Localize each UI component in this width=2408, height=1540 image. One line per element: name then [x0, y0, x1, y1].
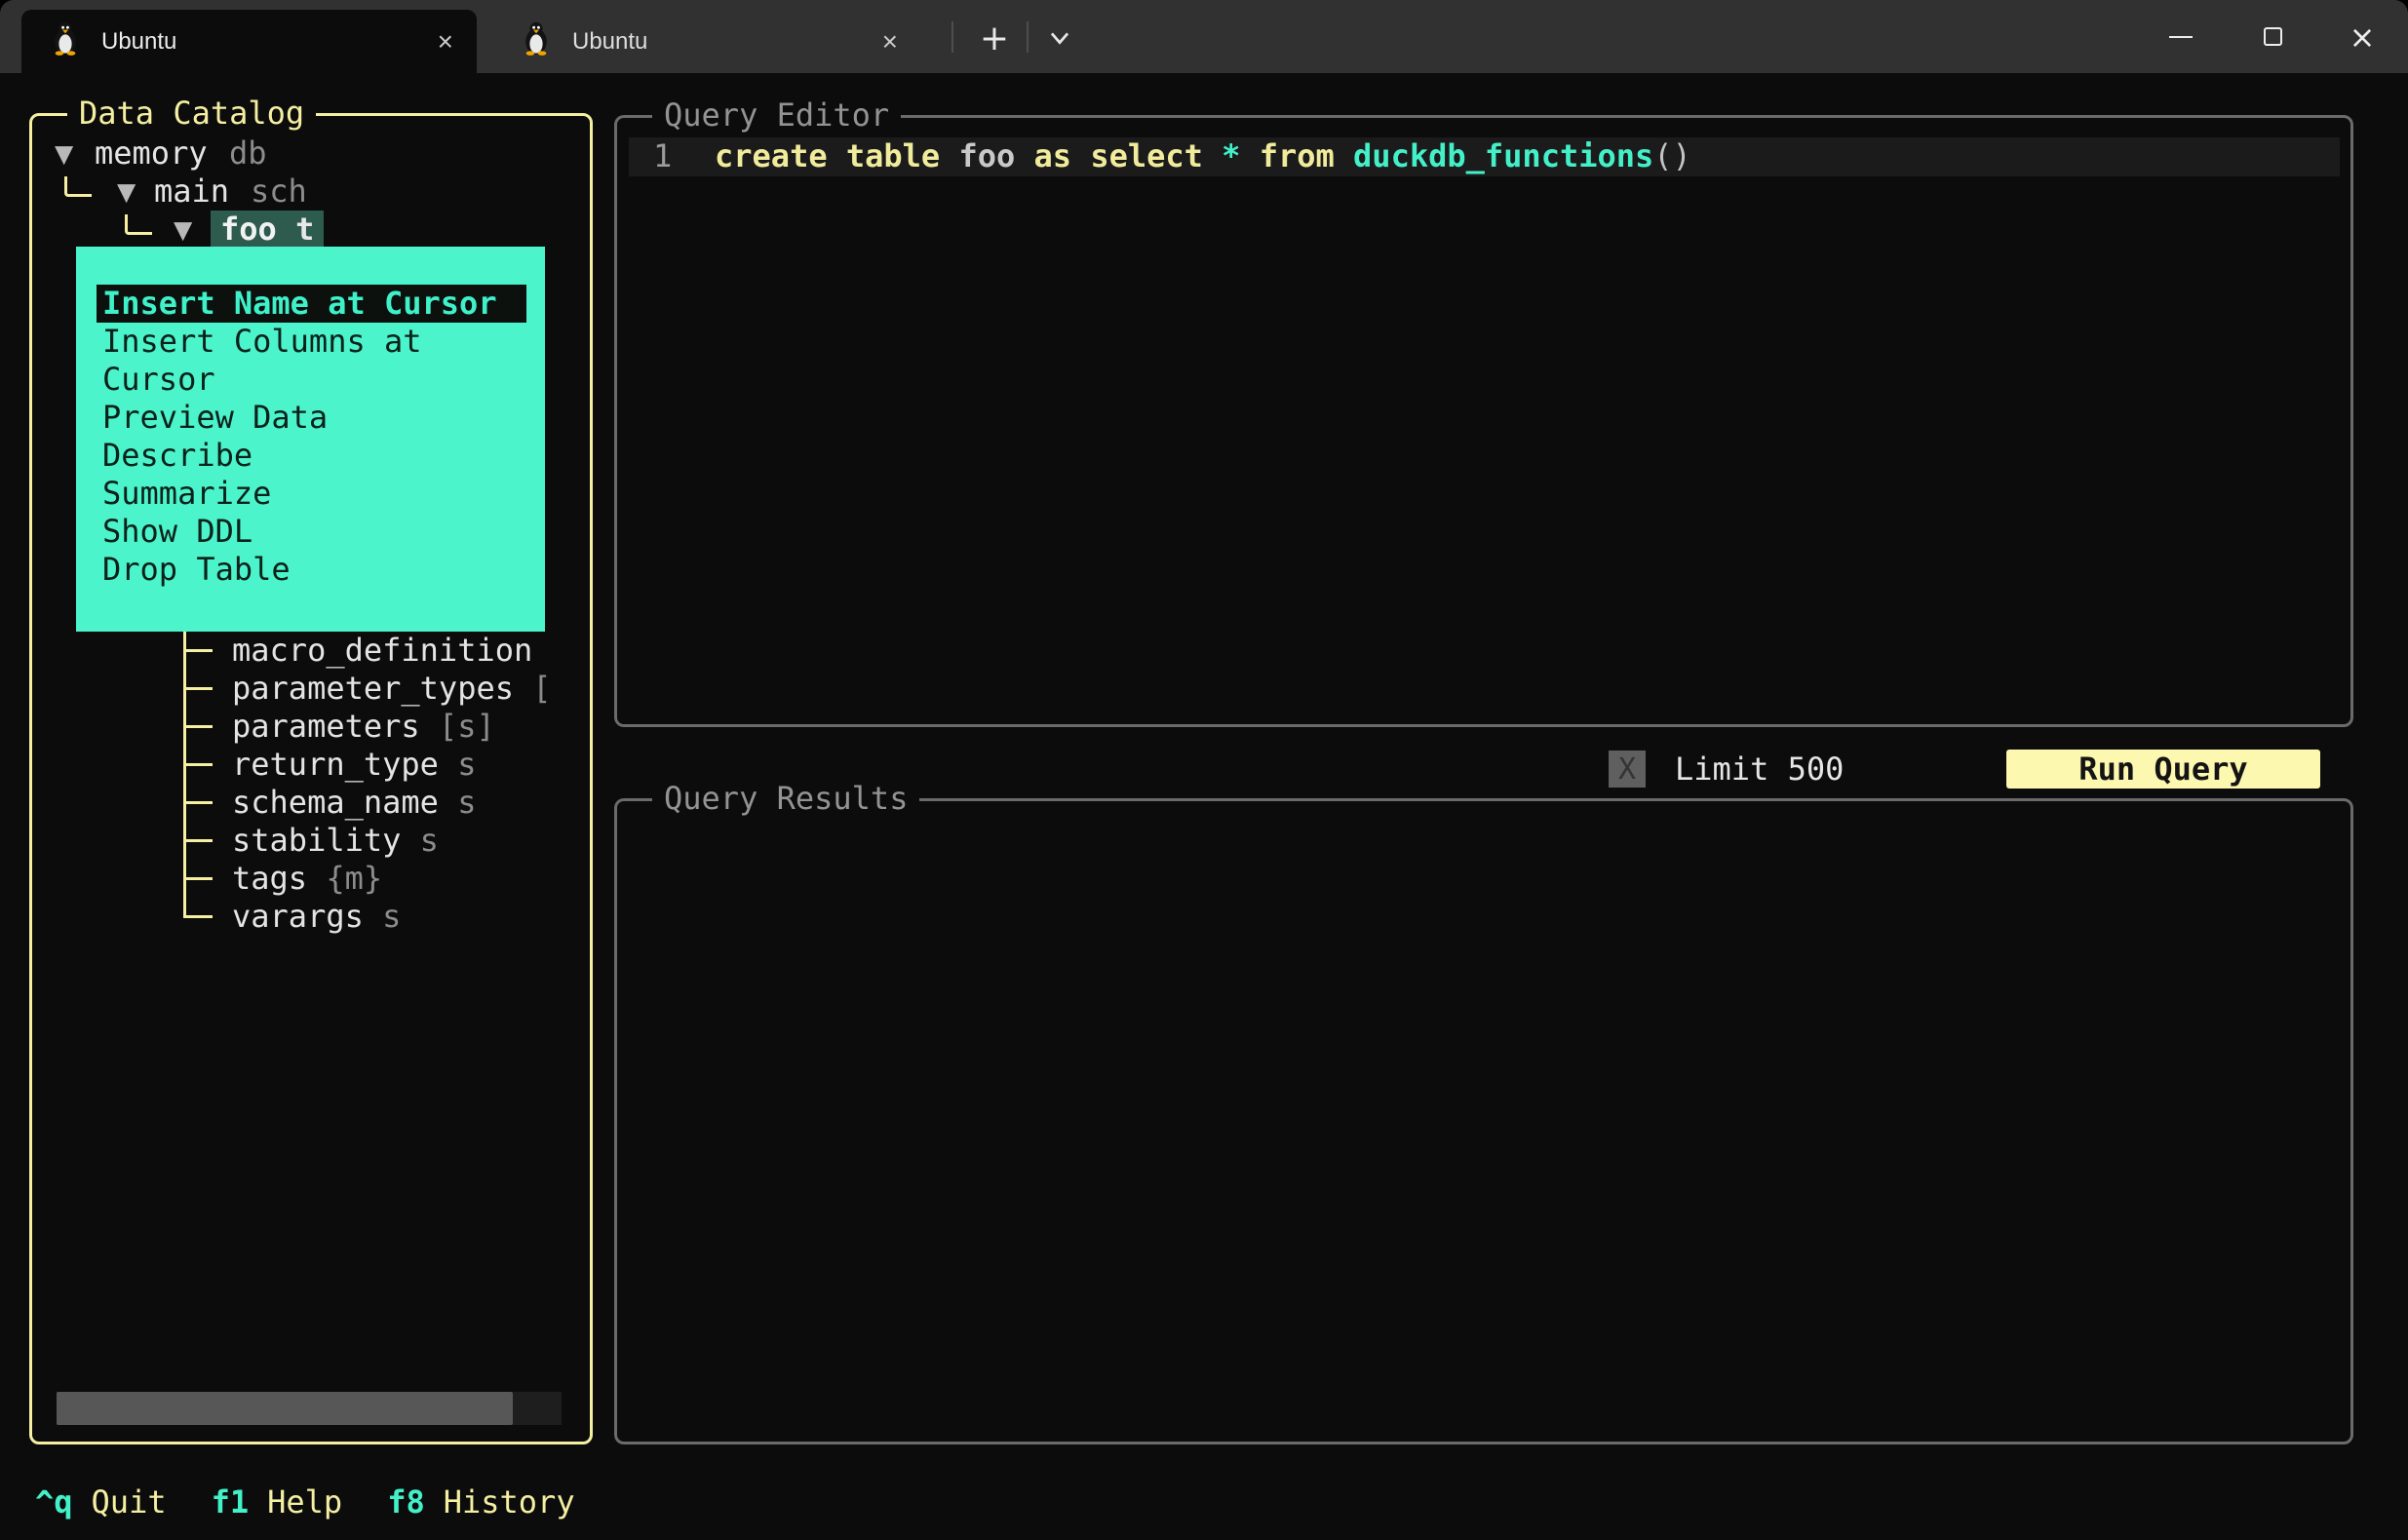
- new-tab-button[interactable]: +: [970, 14, 1019, 62]
- keybinding-quit[interactable]: ^q Quit: [35, 1483, 167, 1521]
- tree-connector: [183, 763, 213, 766]
- tux-icon: [522, 20, 551, 62]
- tab-close-icon[interactable]: ×: [438, 26, 453, 58]
- expand-arrow-icon[interactable]: ▼: [55, 135, 73, 172]
- query-editor-title: Query Editor: [652, 96, 902, 135]
- selected-tree-node[interactable]: foo t: [211, 211, 325, 249]
- tab-title: Ubuntu: [572, 27, 648, 55]
- menu-item-preview-data[interactable]: Preview Data: [97, 399, 526, 437]
- tree-node-foo[interactable]: ▼ foo t: [174, 211, 325, 249]
- tree-connector: [183, 877, 213, 880]
- column-item[interactable]: varargs s: [232, 898, 401, 936]
- editor-current-line[interactable]: 1 create table foo as select * from duck…: [629, 137, 2340, 176]
- menu-item-summarize[interactable]: Summarize: [97, 475, 526, 513]
- keybinding-help[interactable]: f1 Help: [212, 1483, 343, 1521]
- tabbar-divider: [952, 21, 953, 53]
- menu-item-insert-columns[interactable]: Insert Columns at Cursor: [97, 323, 526, 399]
- minimize-button[interactable]: [2135, 0, 2227, 73]
- menu-item-describe[interactable]: Describe: [97, 437, 526, 475]
- maximize-button[interactable]: [2227, 0, 2318, 73]
- code-text[interactable]: create table foo as select * from duckdb…: [715, 137, 1691, 175]
- tree-connector: [183, 839, 213, 842]
- keybinding-history[interactable]: f8 History: [387, 1483, 574, 1521]
- tab-ubuntu-inactive[interactable]: Ubuntu ×: [492, 10, 921, 73]
- terminal-content: Data Catalog ▼ memory db ▼ main sch ▼ fo…: [0, 73, 2408, 1540]
- column-item[interactable]: return_type s: [232, 746, 476, 784]
- footer-keybindings: ^q Quit f1 Help f8 History: [35, 1483, 620, 1521]
- expand-arrow-icon[interactable]: ▼: [174, 211, 192, 248]
- tree-node-main[interactable]: ▼ main sch: [117, 173, 307, 211]
- tree-connector: [183, 801, 213, 804]
- tree-connector: [183, 915, 213, 918]
- table-context-menu: Insert Name at Cursor Insert Columns at …: [76, 247, 545, 632]
- tux-icon: [51, 20, 80, 62]
- close-button[interactable]: ×: [2316, 0, 2408, 73]
- tab-bar: Ubuntu × Ubuntu × + ×: [0, 0, 2408, 73]
- data-catalog-title: Data Catalog: [67, 95, 317, 133]
- column-item[interactable]: parameters [s]: [232, 708, 495, 746]
- close-icon: ×: [2349, 18, 2376, 56]
- menu-item-insert-name[interactable]: Insert Name at Cursor: [97, 285, 526, 323]
- minimize-icon: [2169, 35, 2193, 38]
- tab-title: Ubuntu: [101, 27, 177, 55]
- tree-connector: [125, 214, 152, 235]
- column-item[interactable]: macro_definition: [232, 632, 532, 670]
- column-item[interactable]: stability s: [232, 822, 439, 860]
- tab-close-icon[interactable]: ×: [882, 26, 898, 58]
- limit-label[interactable]: Limit 500: [1675, 751, 1844, 789]
- column-item[interactable]: schema_name s: [232, 784, 476, 822]
- column-item[interactable]: tags {m}: [232, 860, 382, 898]
- scrollbar-thumb[interactable]: [57, 1392, 513, 1425]
- tabbar-divider: [1027, 21, 1029, 53]
- column-item[interactable]: parameter_types [: [232, 670, 552, 708]
- tree-connector: [183, 649, 213, 652]
- line-number: 1: [653, 137, 673, 174]
- tree-node-memory[interactable]: ▼ memory db: [55, 135, 267, 173]
- menu-item-show-ddl[interactable]: Show DDL: [97, 513, 526, 551]
- query-results-title: Query Results: [652, 780, 920, 818]
- tree-rail: [183, 632, 186, 918]
- maximize-icon: [2263, 27, 2282, 46]
- tree-connector: [183, 687, 213, 690]
- limit-checkbox[interactable]: X: [1609, 751, 1646, 788]
- expand-arrow-icon[interactable]: ▼: [117, 173, 136, 210]
- query-editor-panel[interactable]: Query Editor 1 create table foo as selec…: [614, 96, 2353, 727]
- run-query-button[interactable]: Run Query: [2006, 750, 2320, 789]
- tree-connector: [183, 725, 213, 728]
- tab-ubuntu-active[interactable]: Ubuntu ×: [21, 10, 477, 73]
- horizontal-scrollbar[interactable]: [57, 1392, 562, 1425]
- menu-item-drop-table[interactable]: Drop Table: [97, 551, 526, 589]
- chevron-down-icon[interactable]: [1035, 14, 1084, 62]
- tree-connector: [64, 176, 92, 197]
- terminal-window: Ubuntu × Ubuntu × + × Data Catalog ▼ mem…: [0, 0, 2408, 1540]
- query-results-panel: Query Results: [614, 780, 2353, 1444]
